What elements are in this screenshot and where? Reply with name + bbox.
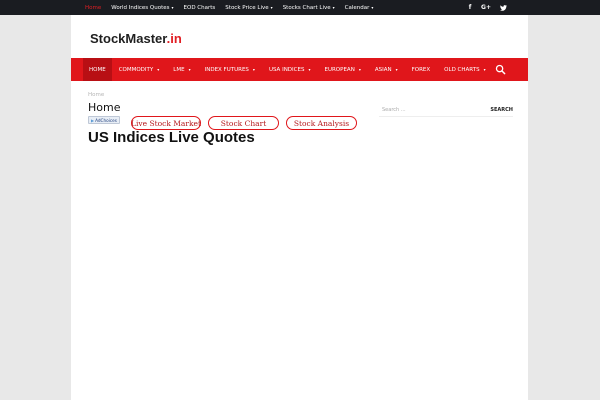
breadcrumb[interactable]: Home <box>88 92 104 98</box>
chevron-down-icon: ▾ <box>171 4 174 10</box>
facebook-icon[interactable]: f <box>465 0 475 15</box>
top-link-stock-price-live[interactable]: Stock Price Live ▾ <box>225 5 272 11</box>
top-link-home[interactable]: Home <box>85 5 101 11</box>
pill-stock-analysis[interactable]: Stock Analysis <box>286 116 357 130</box>
chevron-down-icon: ▾ <box>371 4 374 10</box>
chevron-down-icon: ▾ <box>332 4 335 10</box>
site-logo[interactable]: StockMaster.in <box>90 31 182 46</box>
nav-item-commodity[interactable]: COMMODITY ▾ <box>112 58 167 81</box>
pill-live-stock-market[interactable]: Live Stock Market <box>131 116 201 130</box>
page-title: US Indices Live Quotes <box>88 129 255 146</box>
chevron-down-icon: ▾ <box>483 67 486 72</box>
nav-item-usa-indices[interactable]: USA INDICES ▾ <box>262 58 318 81</box>
top-bar: Home World Indices Quotes ▾ EOD Charts St… <box>0 0 600 15</box>
nav-item-asian[interactable]: ASIAN ▾ <box>368 58 405 81</box>
nav-item-old-charts[interactable]: OLD CHARTS ▾ <box>437 58 492 81</box>
section-heading: Home <box>88 101 121 114</box>
sidebar-search: SEARCH <box>379 104 513 117</box>
main-nav: HOME COMMODITY ▾ LME ▾ INDEX FUTURES ▾ USA … <box>71 58 528 81</box>
chevron-down-icon: ▾ <box>157 67 160 72</box>
twitter-bird-glyph <box>499 4 507 11</box>
top-link-eod-charts[interactable]: EOD Charts <box>184 5 216 11</box>
search-input[interactable] <box>379 107 475 113</box>
chevron-down-icon: ▾ <box>270 4 273 10</box>
chevron-down-icon: ▾ <box>358 67 361 72</box>
nav-item-european[interactable]: EUROPEAN ▾ <box>317 58 367 81</box>
search-icon[interactable] <box>495 64 506 75</box>
page-container: StockMaster.in HOME COMMODITY ▾ LME ▾ INDE… <box>71 15 528 400</box>
top-link-world-indices[interactable]: World Indices Quotes ▾ <box>111 5 173 11</box>
search-button[interactable]: SEARCH <box>490 107 513 113</box>
google-plus-icon[interactable]: G+ <box>480 0 492 15</box>
nav-item-home[interactable]: HOME <box>83 58 112 81</box>
nav-item-index-futures[interactable]: INDEX FUTURES ▾ <box>198 58 262 81</box>
top-menu: Home World Indices Quotes ▾ EOD Charts St… <box>85 0 383 15</box>
chevron-down-icon: ▾ <box>252 67 255 72</box>
pill-stock-chart[interactable]: Stock Chart <box>208 116 279 130</box>
play-triangle-icon: ▶ <box>91 117 95 123</box>
adchoices-badge[interactable]: ▶ AdChoices <box>88 116 120 124</box>
chevron-down-icon: ▾ <box>395 67 398 72</box>
chevron-down-icon: ▾ <box>308 67 311 72</box>
top-link-stocks-chart-live[interactable]: Stocks Chart Live ▾ <box>283 5 335 11</box>
nav-item-lme[interactable]: LME ▾ <box>166 58 197 81</box>
top-link-calendar[interactable]: Calendar ▾ <box>345 5 374 11</box>
nav-item-forex[interactable]: FOREX <box>405 58 438 81</box>
twitter-icon[interactable] <box>498 0 508 15</box>
chevron-down-icon: ▾ <box>188 67 191 72</box>
